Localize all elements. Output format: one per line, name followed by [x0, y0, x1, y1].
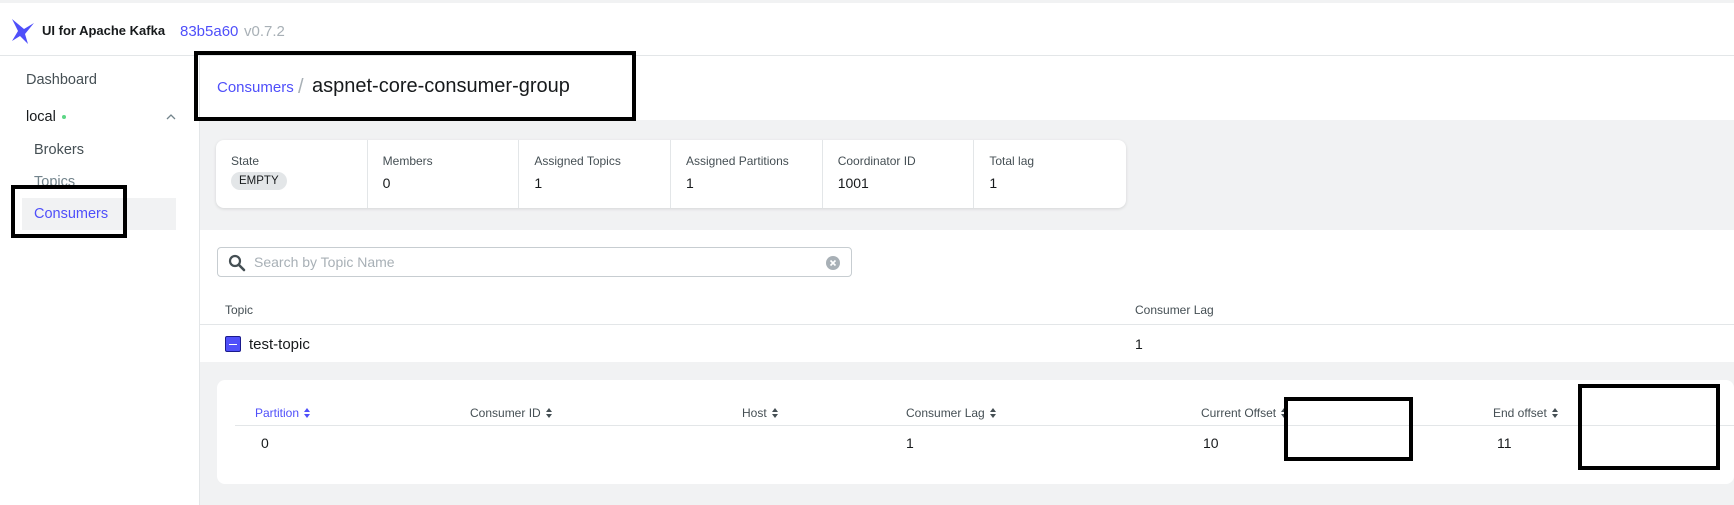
- column-label: Consumer ID: [470, 406, 541, 420]
- metrics-section: State EMPTY Members 0 Assigned Topics 1 …: [200, 120, 1734, 230]
- column-label: End offset: [1493, 406, 1547, 420]
- topics-table-header: Topic Consumer Lag: [200, 297, 1734, 325]
- metrics-card: State EMPTY Members 0 Assigned Topics 1 …: [216, 140, 1126, 208]
- page-header: Consumers / aspnet-core-consumer-group: [200, 56, 1734, 120]
- column-header-end-offset[interactable]: End offset: [1493, 406, 1559, 420]
- page-title: aspnet-core-consumer-group: [312, 75, 570, 97]
- metric-label: Coordinator ID: [837, 154, 916, 168]
- metric-label: Total lag: [989, 154, 1035, 168]
- collapse-row-button[interactable]: [225, 336, 241, 352]
- chevron-up-icon[interactable]: [166, 112, 176, 122]
- metric-label: Assigned Partitions: [686, 154, 789, 168]
- sort-icon: [304, 408, 311, 418]
- sort-icon: [771, 408, 779, 418]
- metric-assigned-partitions: Assigned Partitions 1: [671, 140, 823, 208]
- sort-icon: [989, 408, 997, 418]
- metric-value: 1: [989, 175, 998, 191]
- metric-value: 1: [534, 175, 543, 191]
- partitions-table-header: Partition Consumer ID Host Consumer Lag …: [235, 380, 1734, 426]
- breadcrumb-separator: /: [298, 76, 304, 98]
- table-row: test-topic 1: [200, 326, 1734, 362]
- sidebar-item-brokers[interactable]: Brokers: [34, 134, 84, 166]
- metric-coordinator-id: Coordinator ID 1001: [823, 140, 975, 208]
- metric-label: Members: [382, 154, 433, 168]
- sort-icon: [1551, 408, 1559, 418]
- commit-link[interactable]: 83b5a60: [180, 23, 238, 40]
- cell-end-offset: 11: [1497, 435, 1512, 451]
- column-header-consumer-lag: Consumer Lag: [1135, 303, 1214, 317]
- clear-search-icon[interactable]: [825, 255, 841, 271]
- kafka-logo-icon[interactable]: [10, 17, 36, 45]
- cell-current-offset: 10: [1203, 435, 1219, 451]
- column-header-consumer-lag[interactable]: Consumer Lag: [906, 406, 997, 420]
- cell-partition: 0: [261, 435, 269, 451]
- partitions-table: Partition Consumer ID Host Consumer Lag …: [217, 380, 1734, 484]
- search-icon: [228, 254, 246, 272]
- metric-total-lag: Total lag 1: [974, 140, 1126, 208]
- column-header-host[interactable]: Host: [742, 406, 779, 420]
- sidebar-item-label: Dashboard: [26, 72, 97, 88]
- topic-name: test-topic: [249, 336, 310, 353]
- column-header-current-offset[interactable]: Current Offset: [1201, 406, 1288, 420]
- topic-consumer-lag: 1: [1135, 336, 1143, 352]
- sort-icon: [545, 408, 553, 418]
- sidebar-item-dashboard[interactable]: Dashboard: [26, 64, 97, 96]
- metric-members: Members 0: [368, 140, 520, 208]
- metric-assigned-topics: Assigned Topics 1: [519, 140, 672, 208]
- metric-value: 1: [686, 175, 694, 191]
- column-header-topic: Topic: [225, 303, 254, 317]
- column-header-partition[interactable]: Partition: [255, 406, 311, 420]
- top-bar: UI for Apache Kafka 83b5a60 v0.7.2: [0, 0, 1734, 56]
- cell-consumer-lag: 1: [906, 435, 914, 451]
- column-label: Current Offset: [1201, 406, 1277, 420]
- breadcrumb-consumers-link[interactable]: Consumers: [217, 79, 294, 96]
- state-badge: EMPTY: [231, 172, 287, 190]
- sidebar-item-label: Consumers: [34, 206, 109, 222]
- sort-icon: [1281, 408, 1288, 418]
- metric-label: State: [231, 154, 260, 168]
- expanded-partitions-section: Partition Consumer ID Host Consumer Lag …: [200, 362, 1734, 505]
- sidebar-item-topics[interactable]: Topics: [34, 166, 75, 198]
- cluster-status-dot-icon: [61, 115, 66, 119]
- sidebar-item-consumers[interactable]: Consumers: [22, 198, 176, 230]
- sidebar: Dashboard local Brokers Topics Consumers: [0, 56, 200, 505]
- column-header-consumer-id[interactable]: Consumer ID: [470, 406, 553, 420]
- sidebar-cluster-local[interactable]: local: [26, 101, 176, 133]
- search-input[interactable]: [254, 252, 814, 272]
- metric-state: State EMPTY: [216, 140, 368, 208]
- cluster-name: local: [26, 109, 56, 125]
- metric-label: Assigned Topics: [534, 154, 621, 168]
- column-label: Partition: [255, 406, 300, 420]
- column-label: Consumer Lag: [906, 406, 985, 420]
- sidebar-item-label: Brokers: [34, 142, 84, 158]
- topic-search: [217, 247, 852, 277]
- metric-value: 1001: [837, 175, 869, 191]
- sidebar-item-label: Topics: [34, 174, 76, 190]
- metric-value: 0: [382, 175, 391, 191]
- version-label: v0.7.2: [244, 23, 285, 40]
- app-title[interactable]: UI for Apache Kafka: [42, 23, 165, 38]
- column-label: Host: [742, 406, 767, 420]
